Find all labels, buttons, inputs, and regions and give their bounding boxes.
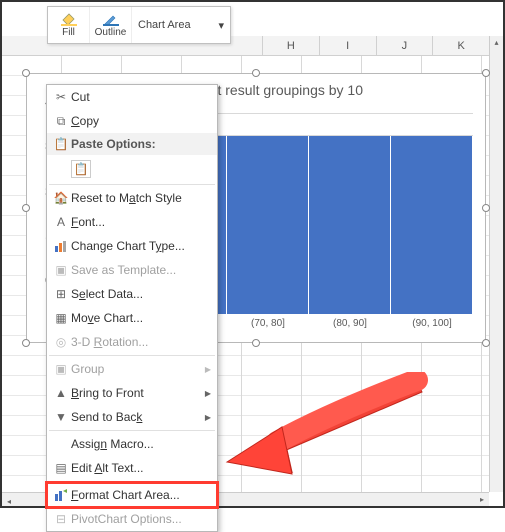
send-to-back-icon: ▼ [51,410,71,424]
alt-text-icon: ▤ [51,461,71,475]
resize-handle[interactable] [252,69,260,77]
menu-group: ▣ Group ▶ [47,357,217,381]
context-menu: ✂ Cut ⧉ Copy 📋 Paste Options: 📋 🏠 Reset … [46,84,218,532]
menu-move-chart[interactable]: ▦ Move Chart... [47,306,217,330]
menu-change-chart-type[interactable]: Change Chart Type... [47,234,217,258]
menu-copy[interactable]: ⧉ Copy [47,109,217,133]
copy-icon: ⧉ [51,114,71,129]
menu-assign-macro[interactable]: Assign Macro... [47,432,217,456]
menu-3d-rotation: ◎ 3-D Rotation... [47,330,217,354]
scroll-up-arrow-icon[interactable]: ▴ [490,36,503,50]
col-header-h[interactable]: H [262,36,319,55]
x-tick: (80, 90] [309,318,391,336]
clipboard-icon: 📋 [71,160,91,178]
format-chart-area-icon [51,489,71,501]
font-icon: A [51,215,71,229]
menu-save-as-template: ▣ Save as Template... [47,258,217,282]
menu-edit-alt-text[interactable]: ▤ Edit Alt Text... [47,456,217,480]
menu-paste-options-header: 📋 Paste Options: [47,133,217,155]
bar[interactable] [227,136,309,314]
menu-pivotchart-options: ⊟ PivotChart Options... [47,507,217,531]
menu-send-to-back[interactable]: ▼ Send to Back ▶ [47,405,217,429]
submenu-arrow-icon: ▶ [205,365,211,374]
menu-reset-match-style[interactable]: 🏠 Reset to Match Style [47,186,217,210]
move-chart-icon: ▦ [51,311,71,325]
outline-label: Outline [95,27,127,38]
menu-paste-option[interactable]: 📋 [47,155,217,183]
template-icon: ▣ [51,263,71,277]
vertical-scrollbar[interactable]: ▴ [489,36,503,492]
x-tick: (70, 80] [227,318,309,336]
chart-element-dropdown[interactable]: Chart Area ▾ [132,7,230,43]
select-data-icon: ⊞ [51,287,71,301]
resize-handle[interactable] [22,69,30,77]
menu-cut[interactable]: ✂ Cut [47,85,217,109]
menu-bring-to-front[interactable]: ▲ Bring to Front ▶ [47,381,217,405]
menu-format-chart-area[interactable]: Format Chart Area... [47,483,217,507]
menu-font[interactable]: A Font... [47,210,217,234]
pivotchart-icon: ⊟ [51,512,71,526]
bar[interactable] [309,136,391,314]
resize-handle[interactable] [482,69,490,77]
group-icon: ▣ [51,362,71,376]
resize-handle[interactable] [22,339,30,347]
resize-handle[interactable] [22,204,30,212]
paint-bucket-icon [61,12,77,26]
col-header-i[interactable]: I [319,36,376,55]
resize-handle[interactable] [482,339,490,347]
scroll-left-arrow-icon[interactable]: ◂ [2,495,16,509]
outline-button[interactable]: Outline [90,7,132,43]
submenu-arrow-icon: ▶ [205,389,211,398]
submenu-arrow-icon: ▶ [205,413,211,422]
scroll-right-arrow-icon[interactable]: ▸ [475,493,489,507]
fill-label: Fill [62,27,75,38]
dropdown-value: Chart Area [138,19,191,31]
mini-format-toolbar: Fill Outline Chart Area ▾ [47,6,231,44]
bring-to-front-icon: ▲ [51,386,71,400]
fill-button[interactable]: Fill [48,7,90,43]
reset-icon: 🏠 [51,191,71,205]
chevron-down-icon: ▾ [218,19,224,32]
chart-type-icon [51,240,71,252]
col-header-j[interactable]: J [376,36,433,55]
rotation-3d-icon: ◎ [51,335,71,349]
col-header-k[interactable]: K [432,36,489,55]
menu-select-data[interactable]: ⊞ Select Data... [47,282,217,306]
scissors-icon: ✂ [51,90,71,104]
bar[interactable] [391,136,473,314]
x-tick: (90, 100] [391,318,473,336]
resize-handle[interactable] [252,339,260,347]
pen-icon [103,12,119,26]
clipboard-icon: 📋 [51,137,71,151]
resize-handle[interactable] [482,204,490,212]
